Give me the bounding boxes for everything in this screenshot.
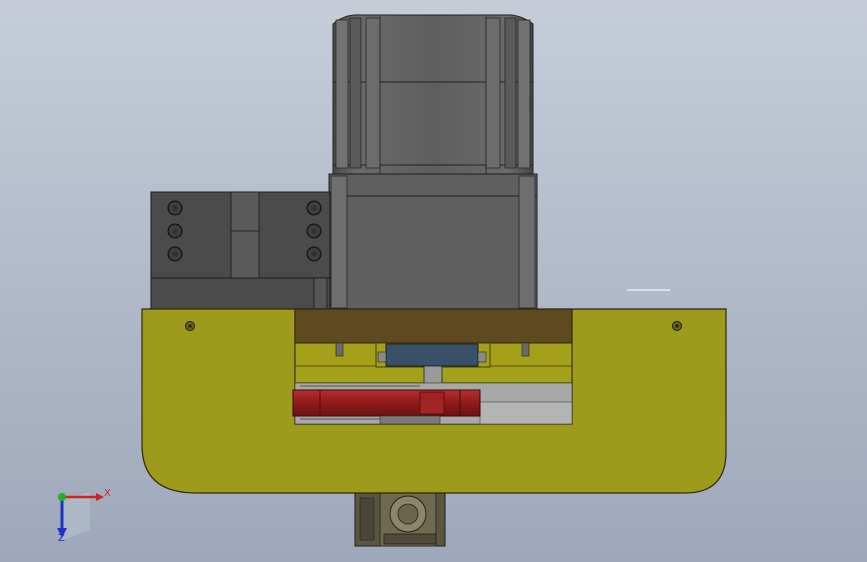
bracket-hole-1: [167, 200, 183, 216]
bracket-hole-2: [167, 223, 183, 239]
motor-upper-body: [332, 14, 534, 177]
coordinate-triad: X Z: [57, 488, 111, 544]
cad-viewport[interactable]: X Z: [0, 0, 867, 562]
side-bracket: [150, 191, 331, 311]
x-axis-label: X: [104, 488, 111, 499]
bracket-hole-4: [306, 200, 322, 216]
bottom-module: [354, 491, 446, 547]
inner-mechanism: [292, 308, 573, 425]
bracket-hole-5: [306, 223, 322, 239]
bracket-hole-3: [167, 246, 183, 262]
z-axis-label: Z: [58, 533, 65, 544]
slider-block: [385, 343, 479, 367]
assembly-drawing: X Z: [57, 14, 727, 547]
bracket-hole-6: [306, 246, 322, 262]
motor-gearbox-body: [328, 173, 538, 311]
red-gear: [292, 389, 481, 417]
top-beam: [294, 308, 573, 344]
y-axis-dot: [58, 493, 66, 501]
